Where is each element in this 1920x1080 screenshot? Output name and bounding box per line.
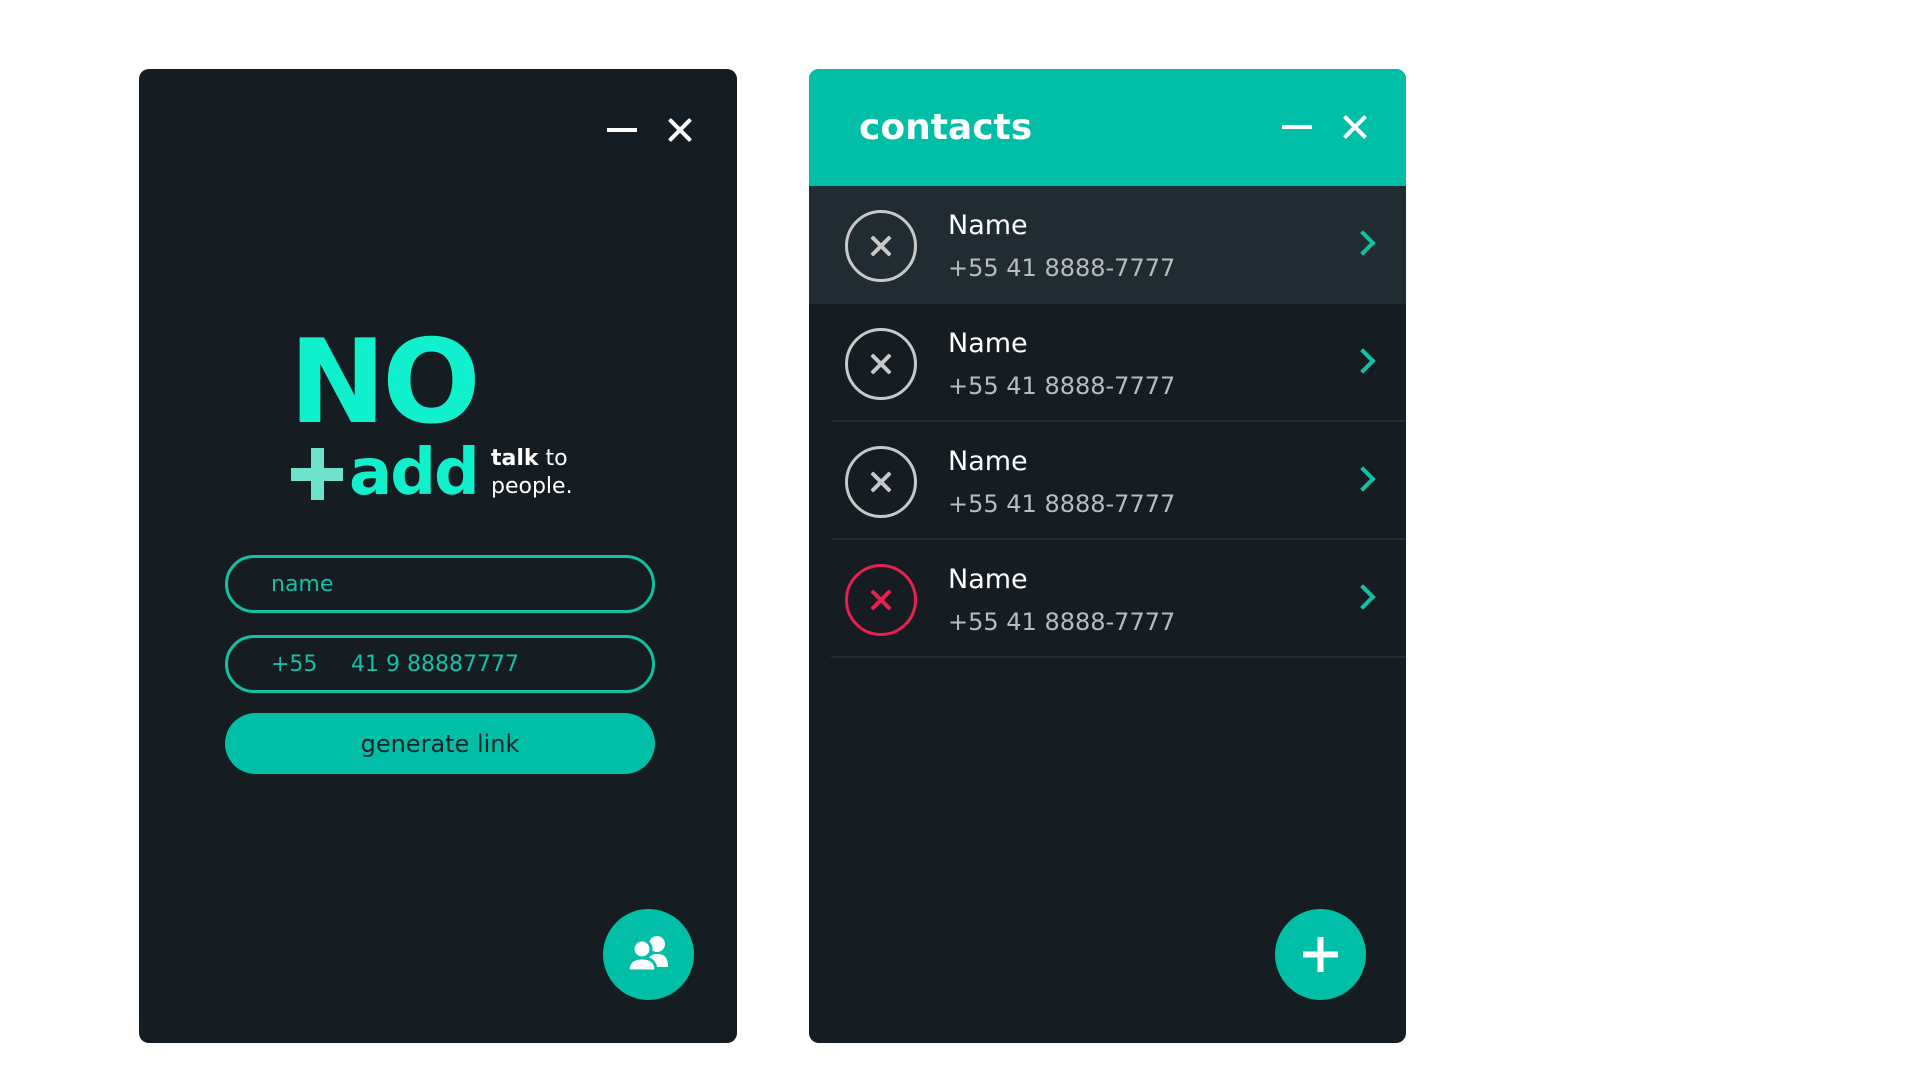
stage: NO add talk to people. name +55 41 9 888… xyxy=(0,0,1920,1080)
plus-icon xyxy=(1303,937,1338,972)
contacts-title: contacts xyxy=(859,107,1033,148)
contact-row[interactable]: Name +55 41 8888-7777 xyxy=(809,186,1406,304)
window-controls xyxy=(607,115,695,145)
chevron-right-icon[interactable] xyxy=(1350,466,1376,492)
app-logo: NO add talk to people. xyxy=(289,315,609,510)
logo-plus-icon xyxy=(291,448,343,500)
chevron-right-icon[interactable] xyxy=(1350,230,1376,256)
logo-no-text: NO xyxy=(289,315,481,450)
name-field[interactable]: name xyxy=(225,555,655,613)
minimize-icon[interactable] xyxy=(607,115,637,145)
contact-phone: +55 41 8888-7777 xyxy=(948,608,1176,636)
contact-phone: +55 41 8888-7777 xyxy=(948,372,1176,400)
close-icon[interactable] xyxy=(1340,112,1370,142)
contacts-header: contacts xyxy=(809,69,1406,186)
contact-row[interactable]: Name +55 41 8888-7777 xyxy=(809,422,1406,540)
login-window: NO add talk to people. name +55 41 9 888… xyxy=(139,69,737,1043)
minimize-icon[interactable] xyxy=(1282,112,1312,142)
phone-country-code: +55 xyxy=(271,651,318,677)
add-contact-button[interactable] xyxy=(1275,909,1366,1000)
contacts-fab-button[interactable] xyxy=(603,909,694,1000)
contact-name: Name xyxy=(948,446,1028,477)
remove-contact-icon[interactable] xyxy=(845,328,917,400)
tagline-line2: people. xyxy=(491,474,573,499)
logo-tagline: talk to people. xyxy=(491,445,573,501)
tagline-bold: talk xyxy=(491,446,539,471)
contacts-window: contacts Name +55 41 8888-7777 Name +55 … xyxy=(809,69,1406,1043)
window-controls xyxy=(1282,112,1370,142)
chevron-right-icon[interactable] xyxy=(1350,584,1376,610)
name-field-placeholder: name xyxy=(271,571,334,597)
generate-link-button[interactable]: generate link xyxy=(225,713,655,774)
contact-list: Name +55 41 8888-7777 Name +55 41 8888-7… xyxy=(809,186,1406,658)
contact-row[interactable]: Name +55 41 8888-7777 xyxy=(809,304,1406,422)
contact-phone: +55 41 8888-7777 xyxy=(948,254,1176,282)
close-icon[interactable] xyxy=(665,115,695,145)
phone-number-value: 41 9 88887777 xyxy=(351,651,519,677)
contact-name: Name xyxy=(948,210,1028,241)
contact-phone: +55 41 8888-7777 xyxy=(948,490,1176,518)
contact-row[interactable]: Name +55 41 8888-7777 xyxy=(809,540,1406,658)
row-divider xyxy=(831,656,1406,658)
users-icon xyxy=(626,936,668,973)
phone-field[interactable]: +55 41 9 88887777 xyxy=(225,635,655,693)
remove-contact-icon[interactable] xyxy=(845,210,917,282)
logo-add-text: add xyxy=(349,436,480,510)
tagline-rest: to xyxy=(538,446,568,471)
chevron-right-icon[interactable] xyxy=(1350,348,1376,374)
contact-name: Name xyxy=(948,564,1028,595)
contact-name: Name xyxy=(948,328,1028,359)
remove-contact-icon[interactable] xyxy=(845,564,917,636)
remove-contact-icon[interactable] xyxy=(845,446,917,518)
